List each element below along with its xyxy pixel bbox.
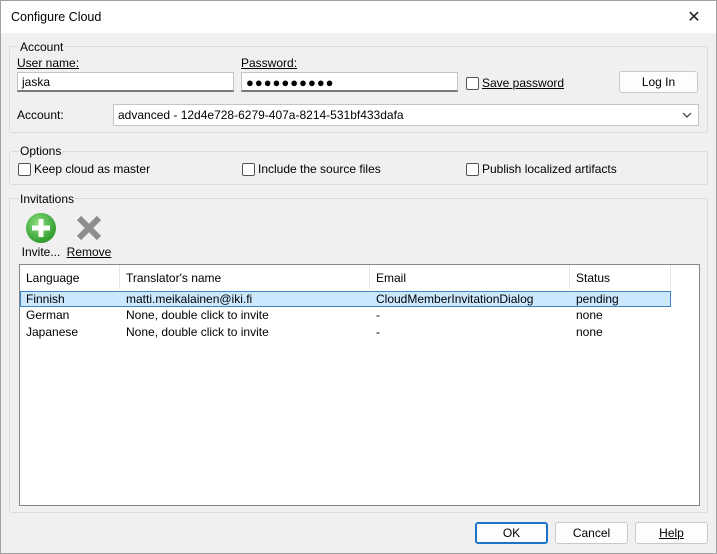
add-circle-icon <box>26 213 56 243</box>
login-button-label: Log In <box>641 75 676 89</box>
remove-button[interactable]: Remove <box>66 211 112 259</box>
login-button[interactable]: Log In <box>619 71 698 93</box>
table-row[interactable]: Finnish matti.meikalainen@iki.fi CloudMe… <box>20 291 671 307</box>
invite-label: Invite... <box>21 245 61 259</box>
close-icon[interactable]: ✕ <box>672 1 716 33</box>
invitations-group-label: Invitations <box>19 192 76 206</box>
username-label: User name: <box>17 56 80 70</box>
invite-button[interactable]: Invite... <box>18 211 64 259</box>
save-password-label: Save password <box>482 76 565 90</box>
cell-language: Finnish <box>26 292 65 306</box>
help-button-label: Help <box>659 526 684 540</box>
account-dropdown[interactable]: advanced - 12d4e728-6279-407a-8214-531bf… <box>113 104 699 126</box>
cell-language: Japanese <box>26 325 79 339</box>
title-bar: Configure Cloud ✕ <box>1 1 716 33</box>
invitations-table[interactable]: Language Translator's name Email Status … <box>19 264 700 506</box>
account-dropdown-value: advanced - 12d4e728-6279-407a-8214-531bf… <box>118 108 404 122</box>
cell-translator-name: None, double click to invite <box>126 325 269 339</box>
keep-master-box[interactable] <box>18 162 31 176</box>
username-input[interactable]: jaska <box>17 72 234 92</box>
cell-status: none <box>576 325 603 339</box>
include-source-box[interactable] <box>242 162 255 176</box>
column-header-translator-name[interactable]: Translator's name <box>120 265 370 289</box>
publish-localized-box[interactable] <box>466 162 479 176</box>
cancel-button[interactable]: Cancel <box>555 522 628 544</box>
options-group-label: Options <box>19 144 63 158</box>
dialog-title: Configure Cloud <box>11 10 102 24</box>
cancel-button-label: Cancel <box>572 526 611 540</box>
include-source-label: Include the source files <box>258 162 381 176</box>
column-header-email[interactable]: Email <box>370 265 570 289</box>
cell-translator-name: None, double click to invite <box>126 308 269 322</box>
chevron-down-icon[interactable] <box>682 108 692 122</box>
account-label: Account: <box>17 108 64 122</box>
save-password-box[interactable] <box>466 76 479 90</box>
cell-email: - <box>376 308 380 322</box>
ok-button[interactable]: OK <box>475 522 548 544</box>
include-source-checkbox[interactable]: Include the source files <box>242 162 381 176</box>
cell-translator-name: matti.meikalainen@iki.fi <box>126 292 253 306</box>
remove-x-icon <box>76 215 102 241</box>
remove-label: Remove <box>66 245 112 259</box>
cell-status: none <box>576 308 603 322</box>
configure-cloud-dialog: Configure Cloud ✕ Account User name: jas… <box>0 0 717 554</box>
password-input[interactable]: ●●●●●●●●●● <box>241 72 458 92</box>
keep-master-checkbox[interactable]: Keep cloud as master <box>18 162 150 176</box>
cell-email: - <box>376 325 380 339</box>
keep-master-label: Keep cloud as master <box>34 162 151 176</box>
password-label: Password: <box>241 56 298 70</box>
column-header-status[interactable]: Status <box>570 265 671 289</box>
column-header-language[interactable]: Language <box>20 265 120 289</box>
cell-status: pending <box>576 292 619 306</box>
help-button[interactable]: Help <box>635 522 708 544</box>
account-group-label: Account <box>19 40 65 54</box>
table-row[interactable]: Japanese None, double click to invite - … <box>20 325 671 341</box>
publish-localized-label: Publish localized artifacts <box>482 162 617 176</box>
cell-language: German <box>26 308 70 322</box>
ok-button-label: OK <box>502 526 521 540</box>
table-row[interactable]: German None, double click to invite - no… <box>20 308 671 324</box>
publish-localized-checkbox[interactable]: Publish localized artifacts <box>466 162 617 176</box>
cell-email: CloudMemberInvitationDialog <box>376 292 534 306</box>
save-password-checkbox[interactable]: Save password <box>466 76 564 90</box>
